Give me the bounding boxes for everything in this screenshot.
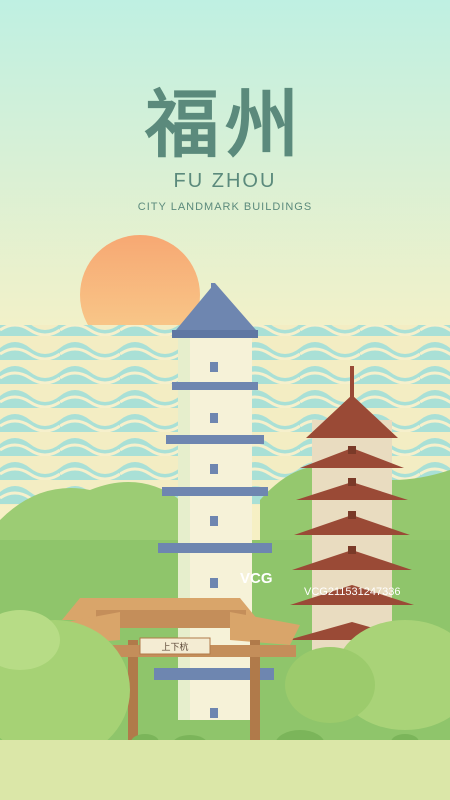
title-block: 福州 FU ZHOU CITY LANDMARK BUILDINGS bbox=[0, 88, 450, 213]
watermark-brand: VCG bbox=[240, 570, 273, 587]
watermark: VCG VCG211531247336 bbox=[240, 568, 450, 616]
chinese-title: 福州 bbox=[145, 82, 305, 168]
gate-plaque-text: 上下杭 bbox=[161, 641, 188, 653]
english-title: FU ZHOU bbox=[173, 170, 277, 192]
subtitle: CITY LANDMARK BUILDINGS bbox=[137, 201, 313, 213]
poster: 上下杭 福州 FU ZHOU CITY LANDMARK BUILDINGS V… bbox=[0, 0, 450, 800]
ground bbox=[0, 740, 450, 800]
watermark-id: VCG211531247336 bbox=[304, 586, 401, 598]
